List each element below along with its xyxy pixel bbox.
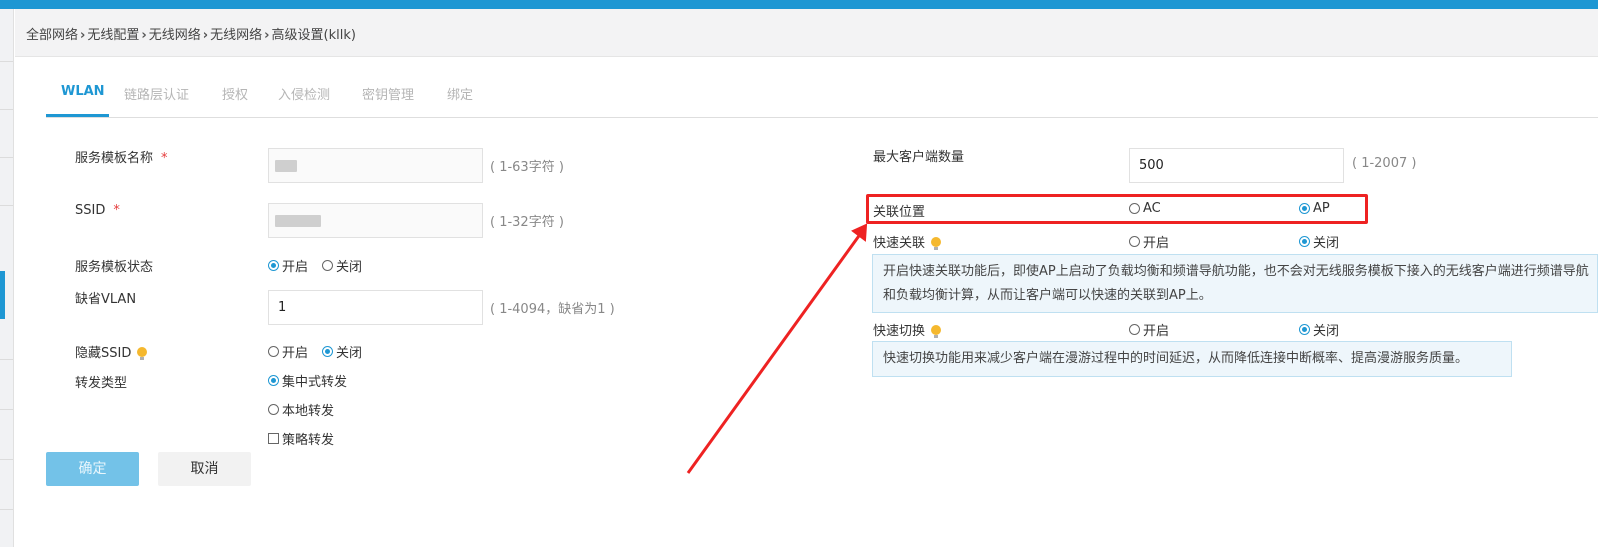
annotation-arrow-icon	[686, 223, 868, 474]
